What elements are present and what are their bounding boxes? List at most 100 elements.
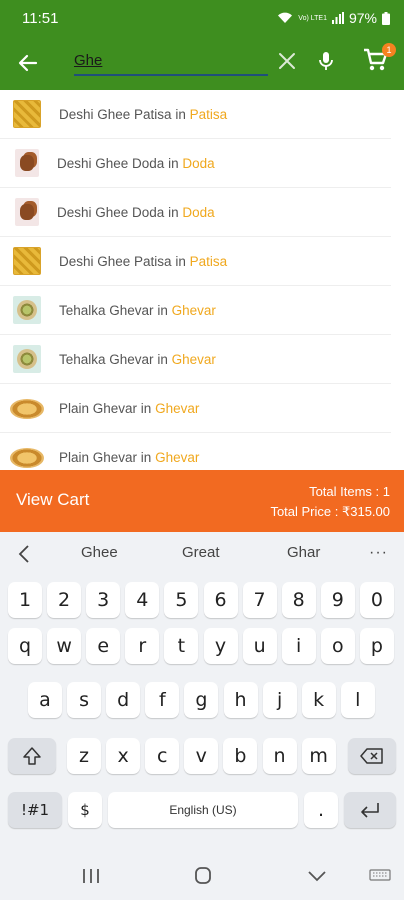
key-0[interactable]: 0 [359,582,394,618]
key-j[interactable]: j [262,682,297,718]
backspace-icon [360,748,383,764]
suggestion-back-icon[interactable] [16,543,32,565]
key-3[interactable]: 3 [86,582,121,618]
key-z[interactable]: z [67,738,101,774]
mic-icon[interactable] [316,49,336,73]
list-item[interactable]: Plain Ghevar in Ghevar [0,384,391,433]
key-4[interactable]: 4 [125,582,160,618]
enter-key[interactable] [344,792,396,828]
key-2[interactable]: 2 [47,582,82,618]
product-thumbnail [10,443,44,470]
currency-key[interactable]: $ [68,792,102,828]
key-r[interactable]: r [125,628,160,664]
suggestion-1[interactable]: Ghee [81,544,118,561]
key-y[interactable]: y [203,628,238,664]
product-thumbnail [13,100,41,128]
search-results-list: Deshi Ghee Patisa in Patisa Deshi Ghee D… [0,90,404,470]
list-item[interactable]: Deshi Ghee Patisa in Patisa [0,237,391,286]
clear-icon[interactable] [275,49,299,73]
list-item[interactable]: Deshi Ghee Doda in Doda [0,139,391,188]
list-item[interactable]: Tehalka Ghevar in Ghevar [0,286,391,335]
list-item[interactable]: Tehalka Ghevar in Ghevar [0,335,391,384]
key-f[interactable]: f [145,682,180,718]
result-text: Deshi Ghee Doda in Doda [57,155,215,171]
result-text: Plain Ghevar in Ghevar [59,449,200,465]
period-key[interactable]: . [304,792,338,828]
key-8[interactable]: 8 [281,582,316,618]
suggestion-3[interactable]: Ghar [287,544,320,561]
result-text: Tehalka Ghevar in Ghevar [59,351,216,367]
key-p[interactable]: p [359,628,394,664]
key-a[interactable]: a [28,682,62,718]
key-d[interactable]: d [106,682,141,718]
key-g[interactable]: g [184,682,219,718]
total-price: Total Price : ₹315.00 [270,504,390,519]
recents-icon[interactable] [79,866,103,886]
key-q[interactable]: q [8,628,42,664]
suggestion-2[interactable]: Great [182,544,220,561]
list-item[interactable]: Plain Ghevar in Ghevar [0,433,391,470]
key-i[interactable]: i [281,628,316,664]
result-text: Deshi Ghee Patisa in Patisa [59,253,228,269]
suggestion-bar: Ghee Great Ghar ··· [0,532,404,576]
home-icon[interactable] [191,866,215,886]
key-u[interactable]: u [242,628,277,664]
symbols-key[interactable]: !#1 [8,792,62,828]
key-n[interactable]: n [262,738,297,774]
search-field[interactable] [74,46,268,76]
space-bar[interactable]: English (US) [108,792,298,828]
key-w[interactable]: w [47,628,82,664]
view-cart-bar[interactable]: View Cart Total Items : 1 Total Price : … [0,470,404,532]
enter-icon [361,803,379,818]
list-item[interactable]: Deshi Ghee Patisa in Patisa [0,90,391,139]
key-k[interactable]: k [301,682,336,718]
product-thumbnail [15,149,39,177]
product-thumbnail [13,247,41,275]
key-s[interactable]: s [67,682,102,718]
cart-count-badge: 1 [382,43,396,57]
key-b[interactable]: b [223,738,258,774]
cart-totals: Total Items : 1 Total Price : ₹315.00 [270,482,390,522]
status-time: 11:51 [22,9,59,27]
more-options-icon[interactable]: ··· [369,544,388,562]
search-app-bar: 1 [0,36,404,90]
key-9[interactable]: 9 [320,582,355,618]
key-o[interactable]: o [320,628,355,664]
key-6[interactable]: 6 [203,582,238,618]
list-item[interactable]: Deshi Ghee Doda in Doda [0,188,391,237]
result-text: Deshi Ghee Patisa in Patisa [59,106,228,122]
status-bar: 11:51 Vo) LTE1 97% [0,0,404,36]
key-7[interactable]: 7 [242,582,277,618]
backspace-key[interactable] [348,738,396,774]
shift-icon [23,747,41,765]
battery-icon [382,11,390,25]
total-items: Total Items : 1 [309,484,390,499]
key-h[interactable]: h [223,682,258,718]
result-text: Deshi Ghee Doda in Doda [57,204,215,220]
key-v[interactable]: v [184,738,219,774]
keyboard-icon[interactable] [368,866,392,886]
result-text: Plain Ghevar in Ghevar [59,400,200,416]
view-cart-label[interactable]: View Cart [16,490,89,510]
key-x[interactable]: x [106,738,141,774]
product-thumbnail [13,296,41,324]
key-l[interactable]: l [340,682,375,718]
soft-keyboard: Ghee Great Ghar ··· 1234567890 qwertyuiop… [0,532,404,852]
key-c[interactable]: c [145,738,180,774]
key-t[interactable]: t [164,628,199,664]
product-thumbnail [15,198,39,226]
key-5[interactable]: 5 [164,582,199,618]
key-e[interactable]: e [86,628,121,664]
cart-button[interactable]: 1 [362,43,396,76]
back-button[interactable] [0,36,56,90]
signal-icon [331,12,344,24]
back-icon[interactable] [305,866,329,886]
status-icons: Vo) LTE1 97% [277,10,390,26]
search-input[interactable] [74,46,268,74]
system-nav-bar [0,852,404,900]
key-m[interactable]: m [301,738,336,774]
product-thumbnail [10,394,44,422]
network-label: Vo) LTE1 [298,14,327,22]
shift-key[interactable] [8,738,56,774]
key-1[interactable]: 1 [8,582,42,618]
